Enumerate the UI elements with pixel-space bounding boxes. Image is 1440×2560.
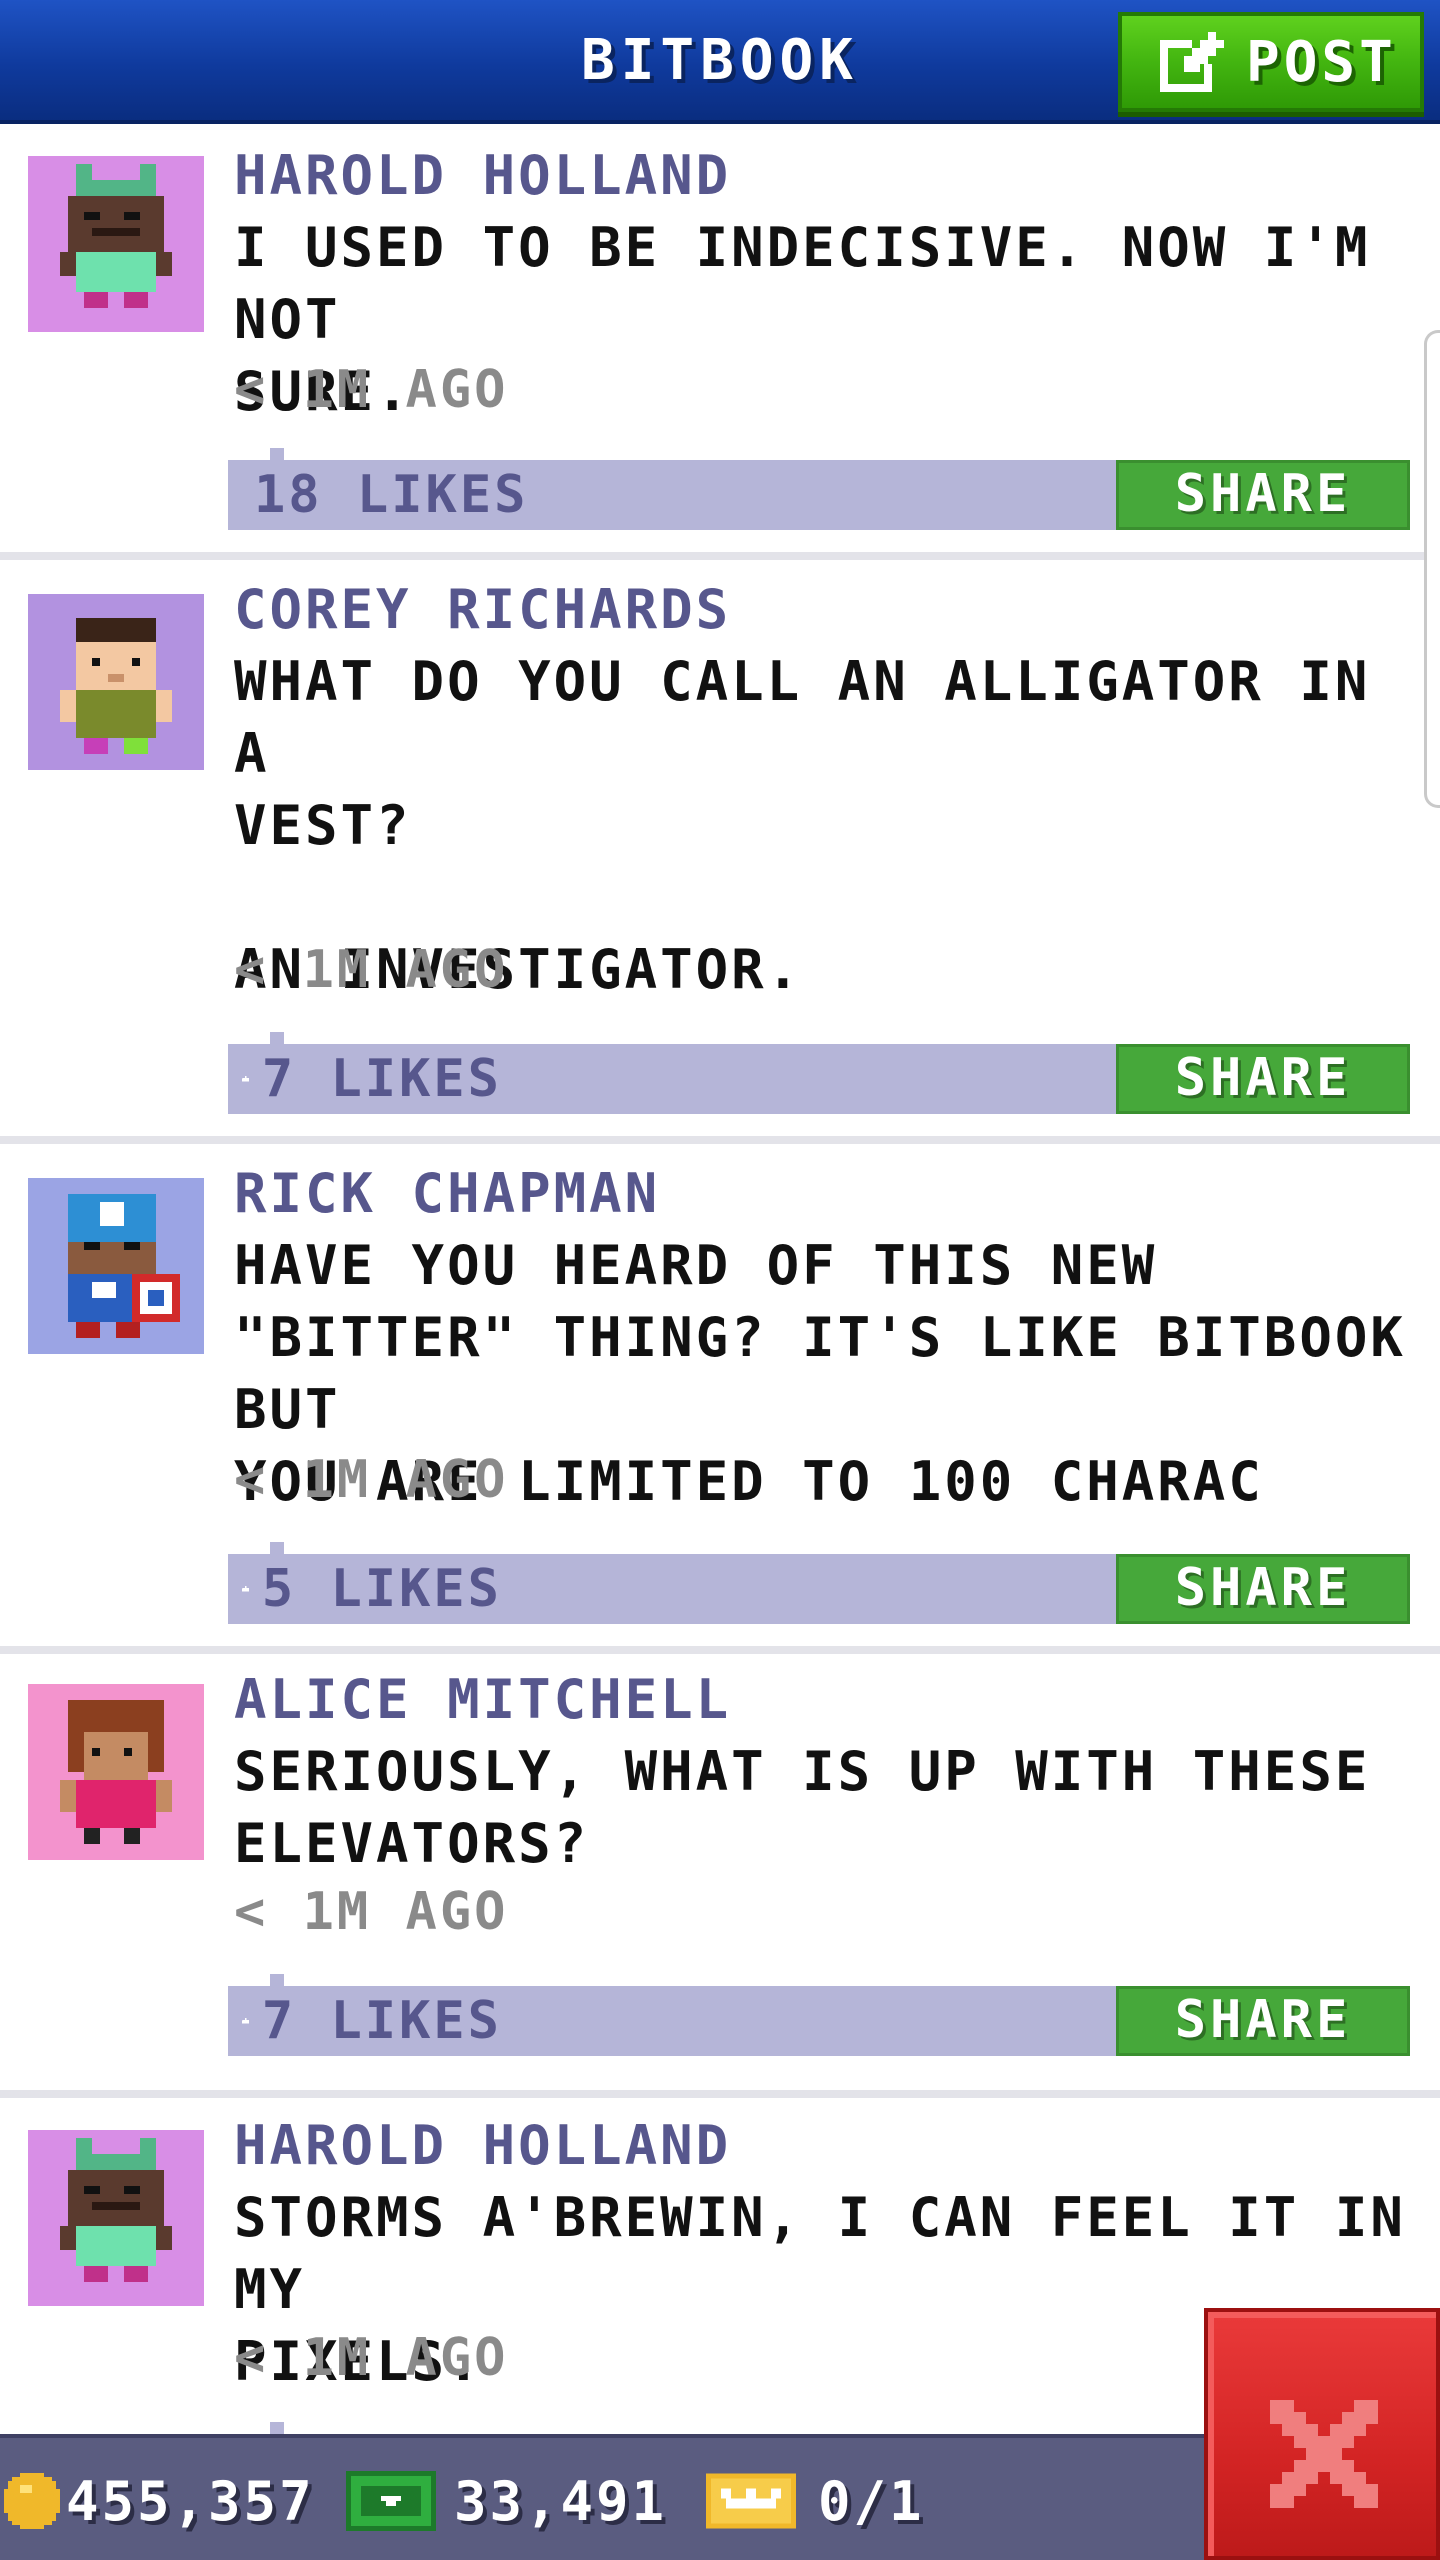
side-panel-handle[interactable] bbox=[1424, 330, 1440, 808]
likes-count: 7 LIKES bbox=[261, 1991, 502, 2051]
author-avatar[interactable] bbox=[28, 156, 204, 332]
post-author[interactable]: ALICE MITCHELL bbox=[234, 1670, 1414, 1730]
post-author[interactable]: HAROLD HOLLAND bbox=[234, 2116, 1414, 2176]
bux-stat[interactable]: 33,491 bbox=[346, 2438, 667, 2560]
bitbook-screen: BITBOOK POST HAROLD HOLLAND I USED TO BE… bbox=[0, 0, 1440, 2560]
post-timestamp: < 1M AGO bbox=[234, 2328, 509, 2388]
post-text: SERIOUSLY, WHAT IS UP WITH THESE ELEVATO… bbox=[234, 1740, 1371, 1875]
post-timestamp: < 1M AGO bbox=[234, 360, 509, 420]
like-bar: 7 LIKES SHARE bbox=[228, 1974, 1410, 2056]
bitizen-green-hat-avatar-icon bbox=[28, 2130, 204, 2306]
close-button[interactable] bbox=[1204, 2308, 1440, 2560]
coins-stat[interactable]: 455,357 bbox=[4, 2438, 315, 2560]
author-avatar[interactable] bbox=[28, 1684, 204, 1860]
tickets-stat[interactable]: 0/1 bbox=[706, 2438, 925, 2560]
post-timestamp: < 1M AGO bbox=[234, 940, 509, 1000]
share-button[interactable]: SHARE bbox=[1116, 460, 1410, 530]
post-timestamp: < 1M AGO bbox=[234, 1450, 509, 1510]
author-avatar[interactable] bbox=[28, 2130, 204, 2306]
like-button[interactable]: 5 LIKES bbox=[242, 1554, 502, 1624]
bitizen-olive-shirt-avatar-icon bbox=[28, 594, 204, 770]
header-bar: BITBOOK POST bbox=[0, 0, 1440, 124]
likes-count: 5 LIKES bbox=[261, 1559, 502, 1619]
thumbs-up-icon bbox=[242, 1075, 250, 1082]
like-button[interactable]: 18 LIKES bbox=[242, 460, 525, 530]
author-avatar[interactable] bbox=[28, 594, 204, 770]
post-button[interactable]: POST bbox=[1118, 12, 1424, 112]
feed-post: ALICE MITCHELL SERIOUSLY, WHAT IS UP WIT… bbox=[0, 1656, 1440, 2100]
bux-icon bbox=[346, 2471, 436, 2531]
author-avatar[interactable] bbox=[28, 1178, 204, 1354]
feed-post: RICK CHAPMAN HAVE YOU HEARD OF THIS NEW … bbox=[0, 1144, 1440, 1656]
like-button[interactable]: 7 LIKES bbox=[242, 1986, 502, 2056]
thumbs-up-icon bbox=[242, 1585, 250, 1592]
like-bar: 18 LIKES SHARE bbox=[228, 448, 1410, 530]
feed-post: HAROLD HOLLAND I USED TO BE INDECISIVE. … bbox=[0, 128, 1440, 560]
tickets-count: 0/1 bbox=[818, 2469, 925, 2533]
likes-count: 18 LIKES bbox=[254, 465, 529, 525]
vip-ticket-icon bbox=[706, 2473, 796, 2529]
bitizen-captain-shield-avatar-icon bbox=[28, 1178, 204, 1354]
post-author[interactable]: RICK CHAPMAN bbox=[234, 1164, 1414, 1224]
bux-count: 33,491 bbox=[454, 2469, 668, 2533]
likes-count: 7 LIKES bbox=[261, 1049, 502, 1109]
bitizen-pink-shirt-avatar-icon bbox=[28, 1684, 204, 1860]
coin-icon bbox=[4, 2473, 60, 2529]
feed-post: COREY RICHARDS WHAT DO YOU CALL AN ALLIG… bbox=[0, 560, 1440, 1144]
close-icon bbox=[1270, 2400, 1378, 2508]
like-button[interactable]: 7 LIKES bbox=[242, 1044, 502, 1114]
post-author[interactable]: HAROLD HOLLAND bbox=[234, 146, 1414, 206]
post-button-label: POST bbox=[1246, 29, 1397, 95]
post-divider bbox=[0, 1136, 1440, 1144]
share-button[interactable]: SHARE bbox=[1116, 1554, 1410, 1624]
like-bar: 7 LIKES SHARE bbox=[228, 1032, 1410, 1114]
post-timestamp: < 1M AGO bbox=[234, 1882, 509, 1942]
post-divider bbox=[0, 1646, 1440, 1654]
thumbs-up-icon bbox=[242, 2017, 250, 2024]
post-divider bbox=[0, 552, 1440, 560]
bitizen-green-hat-avatar-icon bbox=[28, 156, 204, 332]
post-feed[interactable]: HAROLD HOLLAND I USED TO BE INDECISIVE. … bbox=[0, 128, 1440, 2434]
post-divider bbox=[0, 2090, 1440, 2098]
like-bar: 5 LIKES SHARE bbox=[228, 1542, 1410, 1624]
compose-icon bbox=[1160, 32, 1224, 92]
coins-count: 455,357 bbox=[66, 2469, 315, 2533]
share-button[interactable]: SHARE bbox=[1116, 1044, 1410, 1114]
share-button[interactable]: SHARE bbox=[1116, 1986, 1410, 2056]
post-author[interactable]: COREY RICHARDS bbox=[234, 580, 1414, 640]
